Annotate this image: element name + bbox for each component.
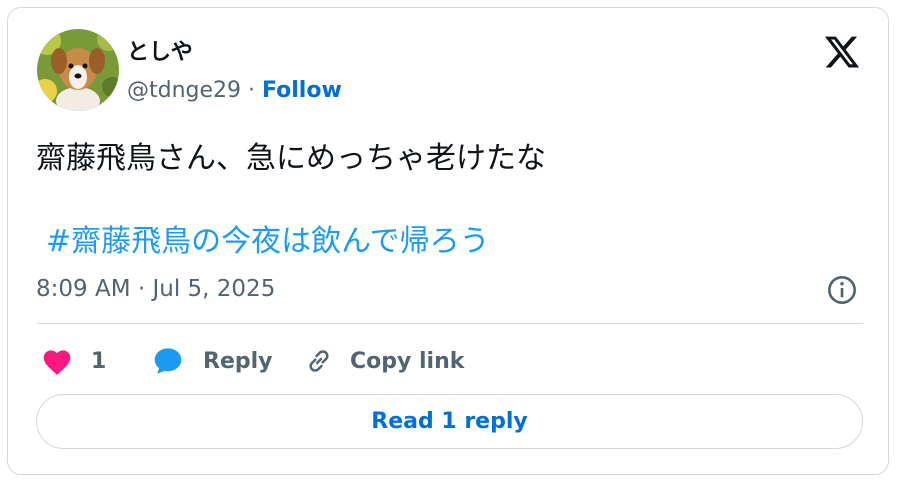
copy-link-button[interactable]: Copy link [304,342,464,380]
x-logo-icon[interactable] [822,33,862,71]
like-button[interactable]: 1 [41,342,106,380]
heart-icon [43,350,71,375]
divider [36,323,863,324]
avatar[interactable] [37,29,119,111]
author-display-name[interactable]: としや [127,34,193,66]
copy-link-label: Copy link [350,348,465,374]
reply-button[interactable]: Reply [151,342,273,380]
hashtag-link[interactable]: #齋藤飛鳥の今夜は飲んで帰ろう [46,216,490,260]
info-icon[interactable] [826,274,858,306]
tweet-timestamp[interactable]: 8:09 AM · Jul 5, 2025 [36,276,275,302]
like-count: 1 [91,348,107,374]
tweet-card: としや @tdnge29 · Follow 齋藤飛鳥さん、急にめっちゃ老けたな … [7,7,889,475]
avatar-puppy-image [37,29,119,111]
author-handle[interactable]: @tdnge29 [127,78,241,103]
reply-label: Reply [203,348,273,374]
tweet-text: 齋藤飛鳥さん、急にめっちゃ老けたな [36,141,546,176]
read-replies-button[interactable]: Read 1 reply [36,394,863,449]
handle-separator: · [241,78,263,103]
link-icon [309,350,329,372]
read-replies-label: Read 1 reply [371,409,528,434]
speech-bubble-icon [154,348,182,374]
follow-button[interactable]: Follow [262,78,342,103]
author-handle-row: @tdnge29 · Follow [127,78,342,103]
